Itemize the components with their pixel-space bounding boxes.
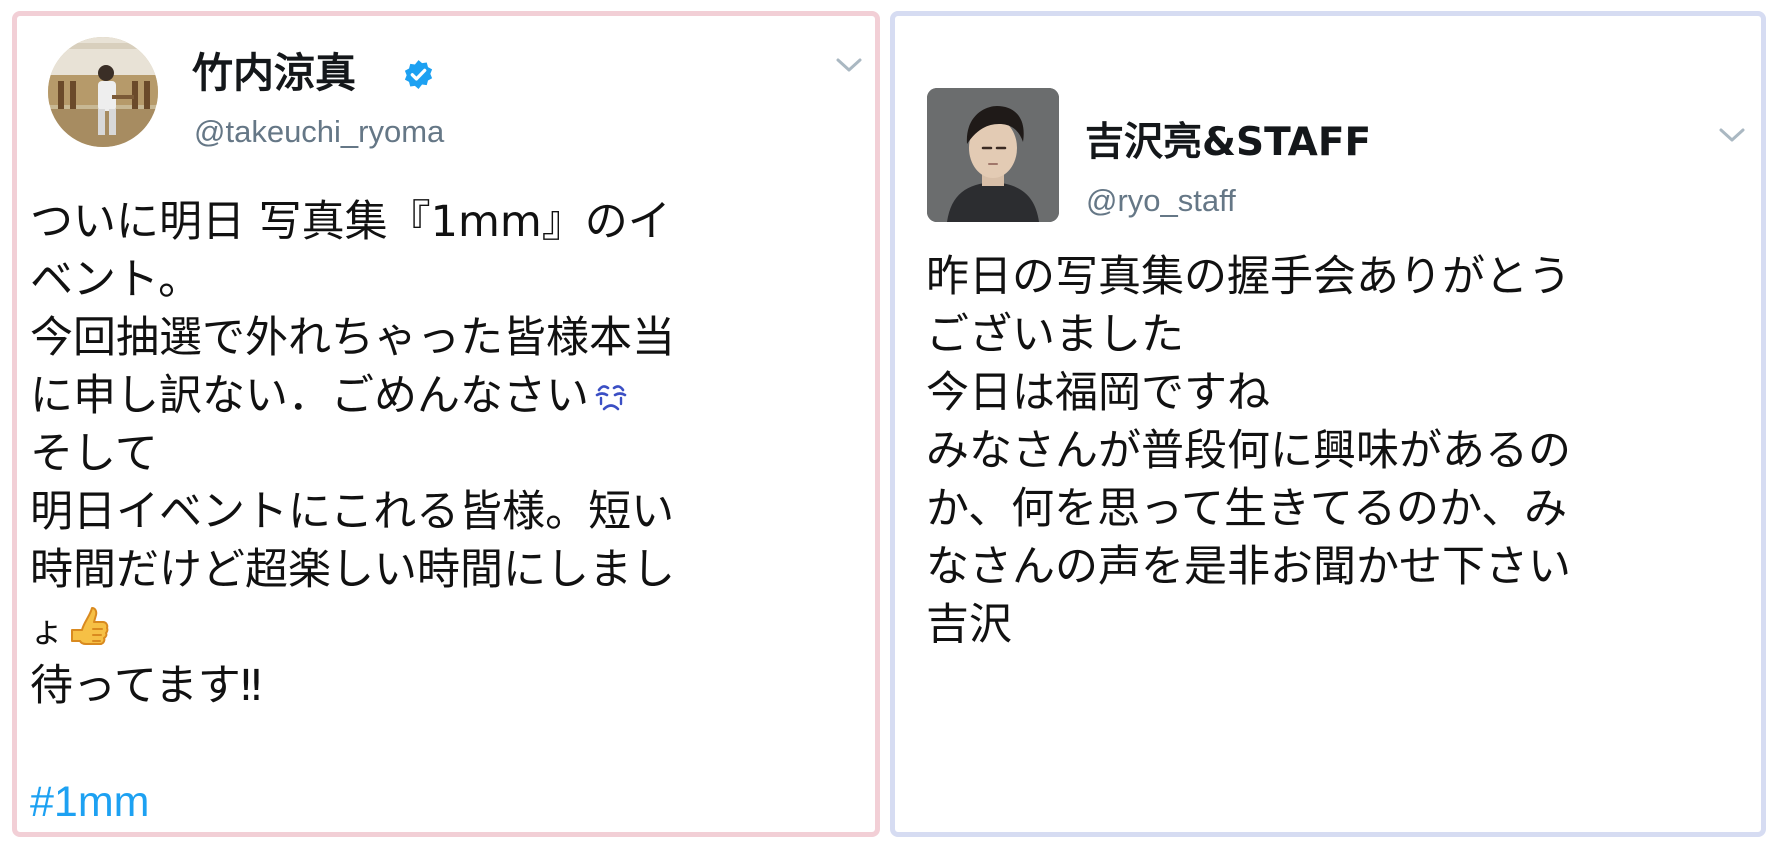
tweet-line-with-emoji: ょ <box>30 599 875 657</box>
tweet-line: みなさんが普段何に興味があるの <box>926 426 1571 476</box>
user-handle[interactable]: @ryo_staff <box>1086 183 1236 219</box>
tweet-line: ょ <box>30 611 64 651</box>
tweet-line: に申し訳ない．ごめんなさい <box>30 371 589 421</box>
tweet-line: 明日イベントにこれる皆様。短い <box>30 487 675 537</box>
avatar[interactable] <box>48 37 158 147</box>
tweet-line: ベント。 <box>30 255 202 305</box>
tweet-line: 今回抽選で外れちゃった皆様本当 <box>30 313 675 363</box>
chevron-down-icon[interactable] <box>835 56 863 74</box>
tweet-line: 昨日の写真集の握手会ありがとう <box>926 252 1571 302</box>
tweet-line: か、何を思って生きてるのか、み <box>926 484 1568 534</box>
tweet-line: 待ってます‼ <box>30 661 262 711</box>
verified-badge-icon <box>404 60 433 89</box>
chevron-down-icon[interactable] <box>1718 126 1746 144</box>
display-name[interactable]: 吉沢亮&STAFF <box>1085 120 1371 166</box>
tweet-line: そして <box>30 429 158 479</box>
avatar-photo <box>927 88 1059 222</box>
tweet-line: 吉沢 <box>926 600 1012 650</box>
tweet-line-with-emoji: に申し訳ない．ごめんなさい <box>30 367 875 425</box>
display-name[interactable]: 竹内涼真 <box>192 50 356 96</box>
avatar-photo <box>48 37 158 147</box>
thumbs-up-emoji-icon <box>71 607 109 645</box>
tweet-line: ございました <box>926 310 1184 360</box>
tweet-card-ryo-staff: 吉沢亮&STAFF @ryo_staff 昨日の写真集の握手会ありがとう ござい… <box>890 11 1766 837</box>
tweet-line: ついに明日 写真集『1mm』のイ <box>30 197 671 247</box>
avatar[interactable] <box>927 88 1059 222</box>
tweet-line: 今日は福岡ですね <box>926 368 1270 418</box>
crying-face-emoji-icon <box>595 385 627 411</box>
hashtag-link[interactable]: #1mm <box>30 778 149 826</box>
user-handle[interactable]: @takeuchi_ryoma <box>194 114 444 150</box>
tweet-text: 昨日の写真集の握手会ありがとう ございました 今日は福岡ですね みなさんが普段何… <box>926 248 1761 654</box>
tweet-card-takeuchi: 竹内涼真 @takeuchi_ryoma ついに明日 写真集『1mm』のイ ベン… <box>12 11 880 837</box>
tweet-text: ついに明日 写真集『1mm』のイ ベント。 今回抽選で外れちゃった皆様本当 に申… <box>30 193 875 715</box>
tweet-line: なさんの声を是非お聞かせ下さい <box>926 542 1571 592</box>
tweet-line: 時間だけど超楽しい時間にしまし <box>30 545 675 595</box>
